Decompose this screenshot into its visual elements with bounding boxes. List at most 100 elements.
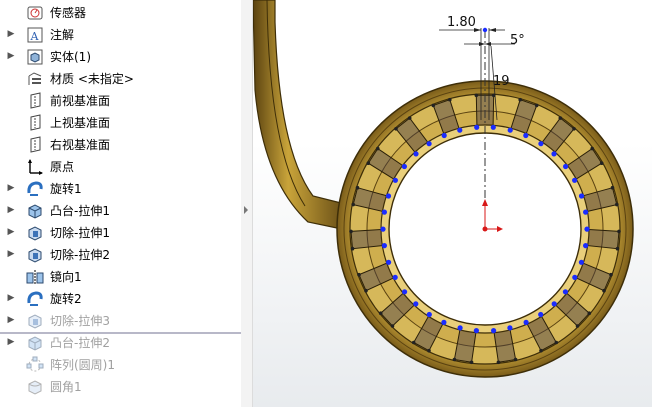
tree-item-label: 实体(1) [50, 50, 91, 64]
sketch-vertex [615, 246, 620, 251]
sketch-vertex [394, 127, 398, 131]
expand-arrow-icon[interactable]: ▶ [6, 28, 16, 40]
tree-item[interactable]: 上视基准面 [0, 112, 241, 134]
sketch-point [562, 289, 568, 295]
sketch-point [385, 193, 392, 199]
sketch-point [426, 311, 432, 318]
tooth-slot [587, 228, 620, 250]
expand-arrow-icon[interactable]: ▶ [6, 204, 16, 216]
sketch-vertex [513, 357, 518, 362]
sketch-vertex [575, 324, 580, 328]
plane-icon [26, 136, 44, 154]
tree-item-label: 右视基准面 [50, 138, 111, 152]
dimension-angle-label[interactable]: 5° [510, 33, 525, 48]
boss-extrude-icon [26, 334, 44, 352]
tree-item[interactable]: ▶ 凸台-拉伸1 [0, 200, 241, 222]
solid-bodies-icon [26, 48, 44, 66]
plane-icon [26, 114, 44, 132]
sketch-vertex [554, 340, 559, 345]
sensor-icon [26, 4, 44, 22]
sketch-point [583, 209, 589, 215]
tree-item[interactable]: ▶ 旋转2 [0, 288, 241, 310]
sketch-point [392, 177, 398, 183]
spring-arm [253, 0, 342, 229]
sketch-point [491, 328, 497, 334]
tree-item-label: 凸台-拉伸2 [50, 336, 110, 350]
expand-arrow-icon[interactable]: ▶ [6, 336, 16, 348]
tree-item[interactable]: 镜向1 [0, 266, 241, 288]
tree-item[interactable]: ▶ A 注解 [0, 24, 241, 46]
tree-item[interactable]: ▶ 旋转1 [0, 178, 241, 200]
sketch-vertex [615, 202, 619, 207]
expand-arrow-icon[interactable]: ▶ [6, 50, 16, 62]
sketch-point [381, 243, 387, 249]
tree-item[interactable]: 前视基准面 [0, 90, 241, 112]
sketch-point [381, 209, 387, 215]
dimension-width-label[interactable]: 1.80 [447, 15, 476, 30]
sketch-vertex [534, 103, 539, 108]
cut-extrude-icon [26, 224, 44, 242]
tree-item-label: 切除-拉伸2 [50, 248, 110, 262]
origin-icon [26, 158, 44, 176]
tree-item-label: 阵列(圆周)1 [50, 358, 115, 372]
tree-item[interactable]: ▶ 实体(1) [0, 46, 241, 68]
sketch-vertex [355, 185, 360, 190]
tree-item[interactable]: 材质 <未指定> [0, 68, 241, 90]
tree-item-label: 前视基准面 [50, 94, 111, 108]
sketch-vertex [474, 93, 479, 98]
sketch-vertex [617, 229, 621, 234]
expand-arrow-icon[interactable]: ▶ [6, 182, 16, 194]
tree-item[interactable]: ▶ 凸台-拉伸2 [0, 332, 241, 354]
sketch-vertex [350, 246, 355, 251]
boss-extrude-icon [26, 202, 44, 220]
sketch-point [392, 274, 398, 280]
revolve-icon [26, 180, 44, 198]
tree-item-label: 传感器 [50, 6, 87, 20]
sketch-point [380, 226, 386, 232]
sketch-vertex [407, 116, 412, 120]
tree-item-label: 旋转2 [50, 292, 82, 306]
tooth-count-label[interactable]: 19 [493, 74, 510, 89]
tree-item[interactable]: ▶ 切除-拉伸3 [0, 310, 241, 332]
sketch-point [507, 127, 513, 133]
feature-manager-tree: 传感器 ▶ A 注解 ▶ 实体(1) 材质 <未指定> 前视基准面 上视基准面 右视基准面 原点 ▶ 旋… [0, 0, 242, 407]
expand-arrow-icon[interactable]: ▶ [6, 226, 16, 238]
sketch-vertex [431, 103, 436, 108]
sketch-point [538, 311, 544, 318]
sketch-point [490, 124, 496, 130]
sketch-vertex [427, 348, 431, 353]
sketch-point [583, 243, 589, 249]
expand-arrow-icon[interactable]: ▶ [6, 314, 16, 326]
panel-splitter[interactable] [241, 0, 253, 407]
tree-item-label: 镜向1 [50, 270, 82, 284]
expand-arrow-icon[interactable]: ▶ [6, 292, 16, 304]
sketch-vertex [496, 360, 501, 365]
sketch-point [413, 301, 419, 307]
sketch-point [584, 226, 590, 232]
tree-item[interactable]: 传感器 [0, 2, 241, 24]
splitter-arrow-icon[interactable] [243, 205, 249, 215]
fillet-icon [26, 378, 44, 396]
sketch-vertex [599, 161, 604, 165]
sketch-vertex [448, 97, 452, 102]
annotation-icon: A [26, 26, 44, 44]
tree-item[interactable]: 原点 [0, 156, 241, 178]
tree-item[interactable]: ▶ 切除-拉伸1 [0, 222, 241, 244]
sketch-point [538, 141, 544, 147]
sketch-point [551, 301, 557, 307]
rollback-bar[interactable] [0, 332, 241, 334]
expand-arrow-icon[interactable]: ▶ [6, 248, 16, 260]
sketch-vertex [378, 311, 383, 316]
sketch-point [402, 289, 408, 295]
graphics-viewport[interactable]: 1.80 5° 19 [253, 0, 652, 407]
material-icon [26, 70, 44, 88]
tree-item[interactable]: 圆角1 [0, 376, 241, 398]
sketch-vertex [364, 288, 368, 293]
sketch-point [426, 141, 432, 147]
sketch-point [441, 132, 447, 139]
tree-item[interactable]: 阵列(圆周)1 [0, 354, 241, 376]
sketch-point [401, 163, 407, 170]
sketch-point [551, 151, 557, 157]
tree-item[interactable]: ▶ 切除-拉伸2 [0, 244, 241, 266]
tree-item[interactable]: 右视基准面 [0, 134, 241, 156]
